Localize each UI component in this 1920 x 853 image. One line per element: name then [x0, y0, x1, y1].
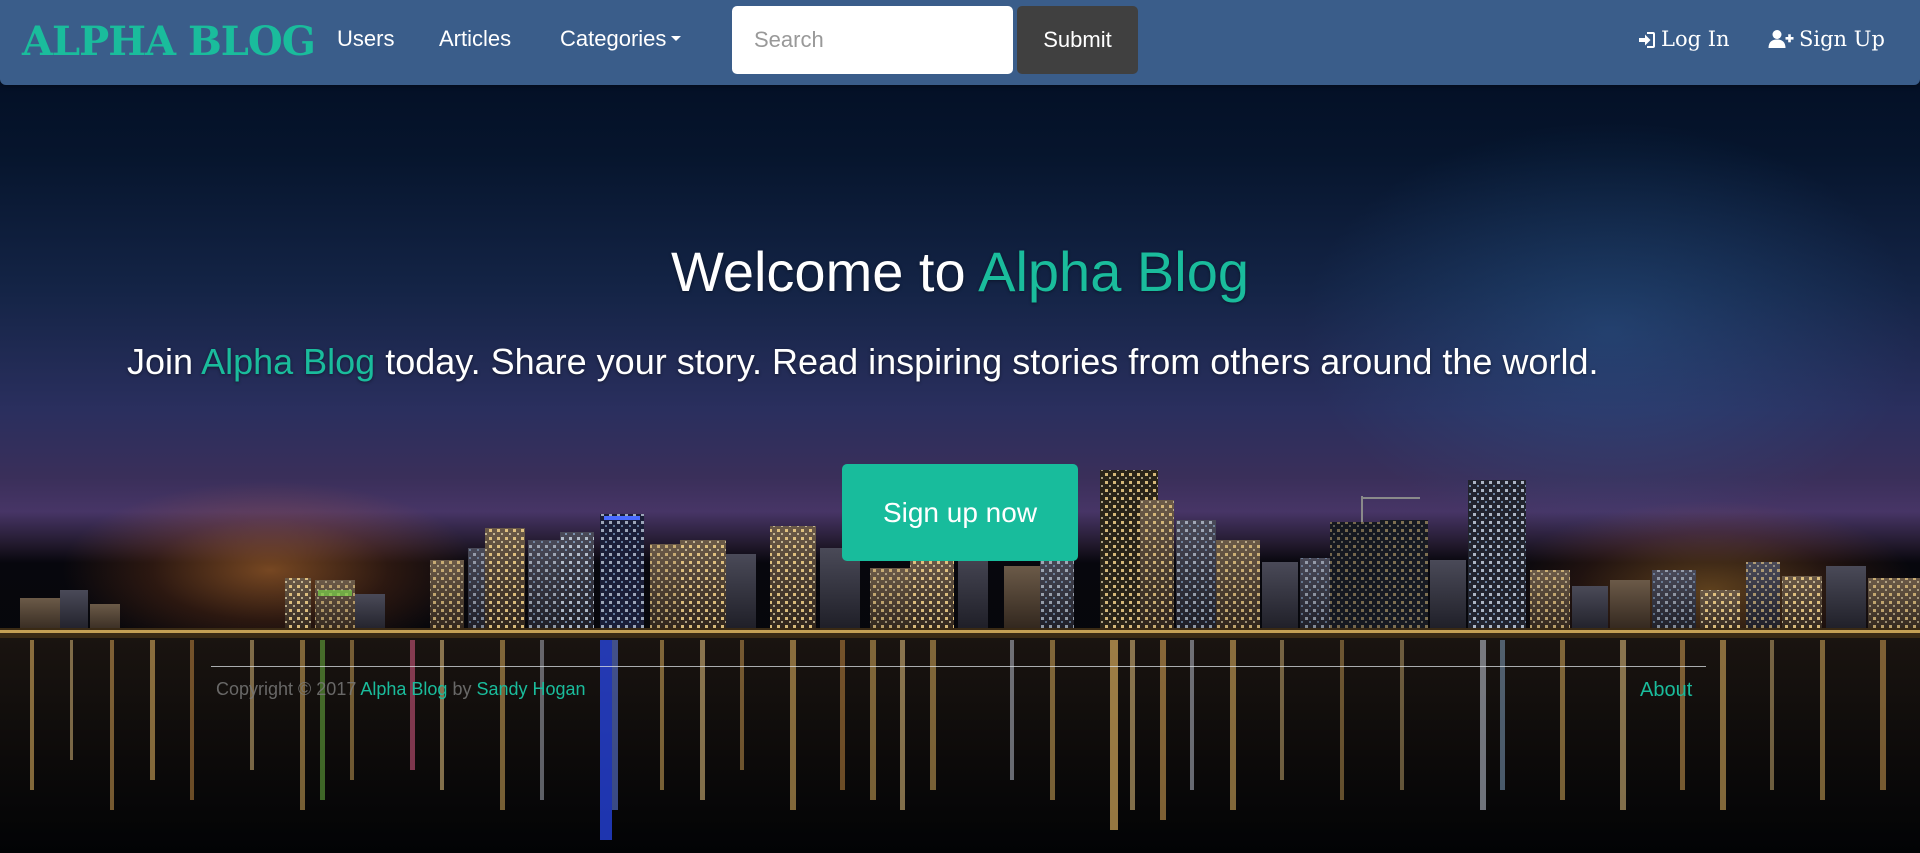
footer-site-link[interactable]: Alpha Blog — [360, 679, 447, 699]
brand-logo[interactable]: ALPHA BLOG — [22, 18, 316, 66]
footer-by-text: by — [452, 679, 472, 699]
login-link[interactable]: Log In — [1638, 24, 1730, 57]
sign-in-icon — [1638, 27, 1656, 57]
footer-divider — [211, 666, 1706, 667]
hero-title-prefix: Welcome to — [671, 240, 966, 303]
footer-copyright: Copyright © 2017 Alpha Blog by Sandy Hog… — [216, 677, 586, 701]
tagline-accent: Alpha Blog — [201, 341, 376, 382]
search-input[interactable] — [732, 6, 1013, 74]
nav-categories-dropdown[interactable]: Categories — [560, 24, 682, 54]
nav-users-link[interactable]: Users — [337, 24, 394, 54]
user-plus-icon — [1768, 27, 1794, 57]
hero-tagline: Join Alpha Blog today. Share your story.… — [127, 337, 1847, 387]
footer-author-link[interactable]: Sandy Hogan — [476, 679, 585, 699]
hero-title: Welcome to Alpha Blog — [0, 232, 1920, 312]
nav-categories-label: Categories — [560, 26, 667, 51]
tagline-suffix: today. Share your story. Read inspiring … — [385, 341, 1599, 382]
tagline-prefix: Join — [127, 341, 194, 382]
hero-background — [0, 0, 1920, 853]
hero-title-accent: Alpha Blog — [978, 240, 1249, 303]
sign-up-now-button[interactable]: Sign up now — [842, 464, 1078, 561]
search-submit-button[interactable]: Submit — [1017, 6, 1138, 74]
city-skyline-image — [0, 470, 1920, 853]
signup-link[interactable]: Sign Up — [1768, 24, 1885, 57]
signup-label: Sign Up — [1799, 27, 1885, 51]
copyright-text: Copyright © 2017 — [216, 679, 357, 699]
navbar: ALPHA BLOG Users Articles Categories Sub… — [0, 0, 1920, 85]
caret-down-icon — [671, 36, 682, 42]
nav-articles-link[interactable]: Articles — [439, 24, 511, 54]
footer-about-link[interactable]: About — [1640, 677, 1692, 703]
login-label: Log In — [1661, 27, 1730, 51]
